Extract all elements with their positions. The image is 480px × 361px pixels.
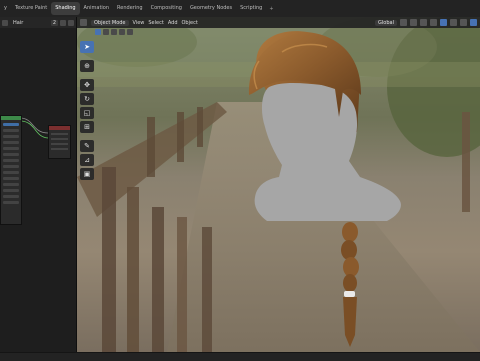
node-field[interactable] [3,195,19,198]
node-field[interactable] [51,133,68,135]
fence-post [147,117,155,177]
select-mode-extend-icon[interactable] [103,29,109,35]
viewport-scene [77,17,480,352]
measure-tool-icon[interactable]: ⊿ [80,154,94,166]
node-field[interactable] [3,129,19,132]
node-field[interactable] [3,201,19,204]
node-field[interactable] [3,165,19,168]
node-field[interactable] [51,148,68,150]
fence-post [462,112,470,212]
tab-scripting[interactable]: Scripting [236,2,266,15]
fence-post [102,167,116,352]
fence-post [177,112,184,162]
shader-node-editor[interactable]: Hair 2 [0,17,77,352]
visibility-icon[interactable] [430,19,437,26]
select-mode-invert-icon[interactable] [119,29,125,35]
cursor-tool-icon[interactable]: ⊕ [80,60,94,72]
node-field[interactable] [51,138,68,140]
node-field[interactable] [3,171,19,174]
rotate-tool-icon[interactable]: ↻ [80,93,94,105]
node-field[interactable] [51,143,68,145]
select-mode-new-icon[interactable] [95,29,101,35]
editor-type-icon[interactable] [80,19,87,26]
node-header[interactable] [1,116,21,120]
tab-compositing[interactable]: Compositing [147,2,186,15]
tab-geometry-nodes[interactable]: Geometry Nodes [186,2,236,15]
snap-icon[interactable] [410,19,417,26]
pivot-icon[interactable] [400,19,407,26]
hair-tie [344,291,355,297]
node-field[interactable] [3,177,19,180]
node-field[interactable] [3,135,19,138]
view-menu[interactable]: View [133,20,145,26]
tab-rendering[interactable]: Rendering [113,2,147,15]
solid-shading-icon[interactable] [460,19,467,26]
select-mode-subtract-icon[interactable] [111,29,117,35]
fence-post [152,207,164,352]
object-mode-dropdown[interactable]: Object Mode [91,19,129,26]
add-cube-tool-icon[interactable]: ▣ [80,168,94,180]
node-field[interactable] [3,153,19,156]
workspace-tab-bar: y Texture Paint Shading Animation Render… [0,0,480,18]
orientation-dropdown[interactable]: Global [375,19,397,26]
head-mannequin[interactable] [254,83,401,221]
selection-mode-bar [95,28,133,36]
viewport-header-right: Global [375,19,477,26]
3d-viewport[interactable]: Object Mode View Select Add Object Globa… [77,17,480,352]
tab-layout[interactable]: y [0,2,11,15]
transform-tool-icon[interactable]: ⊞ [80,121,94,133]
node-field[interactable] [3,189,19,192]
fence-post [127,187,139,352]
move-tool-icon[interactable]: ✥ [80,79,94,91]
principled-hair-node[interactable] [0,115,22,225]
fence-post [197,107,203,147]
proportional-edit-icon[interactable] [420,19,427,26]
annotate-tool-icon[interactable]: ✎ [80,140,94,152]
add-menu[interactable]: Add [168,20,178,26]
node-field[interactable] [3,159,19,162]
node-header[interactable] [49,126,70,130]
fence-post [202,227,212,352]
node-field[interactable] [3,183,19,186]
overlays-icon[interactable] [440,19,447,26]
material-output-node[interactable] [48,125,71,159]
select-mode-intersect-icon[interactable] [127,29,133,35]
material-preview-icon[interactable] [470,19,477,26]
select-menu[interactable]: Select [148,20,163,26]
xray-icon[interactable] [450,19,457,26]
tool-shelf: ➤ ⊕ ✥ ↻ ◱ ⊞ ✎ ⊿ ▣ [80,41,94,180]
tab-animation[interactable]: Animation [80,2,114,15]
add-workspace-button[interactable]: + [266,6,276,12]
fence-post [177,217,187,352]
viewport-header: Object Mode View Select Add Object Globa… [77,17,480,28]
node-field[interactable] [3,141,19,144]
tab-texture-paint[interactable]: Texture Paint [11,2,51,15]
object-menu[interactable]: Object [182,20,198,26]
select-tool-icon[interactable]: ➤ [80,41,94,53]
tab-shading[interactable]: Shading [51,2,80,15]
node-field[interactable] [3,147,19,150]
scale-tool-icon[interactable]: ◱ [80,107,94,119]
node-field[interactable] [3,123,19,126]
